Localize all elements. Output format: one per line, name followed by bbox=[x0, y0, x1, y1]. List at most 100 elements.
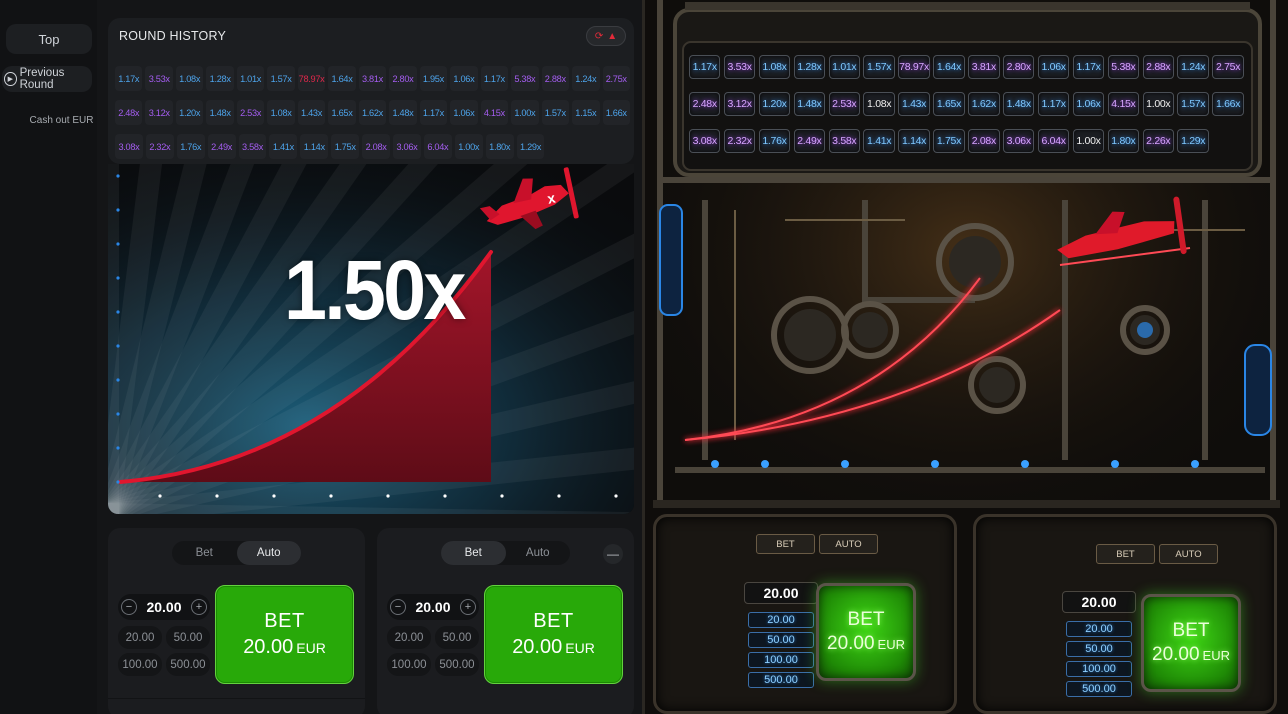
history-multiplier-chip[interactable]: 1.29x bbox=[516, 134, 545, 159]
steampunk-multiplier-chip[interactable]: 1.43x bbox=[898, 92, 930, 116]
quick-amount-button[interactable]: 20.00 bbox=[387, 626, 431, 649]
history-multiplier-chip[interactable]: 5.38x bbox=[511, 66, 539, 91]
history-multiplier-chip[interactable]: 2.49x bbox=[207, 134, 236, 159]
steampunk-multiplier-chip[interactable]: 1.80x bbox=[1107, 129, 1140, 153]
quick-amount-button[interactable]: 20.00 bbox=[1066, 621, 1132, 637]
history-toggle-button[interactable]: ⟳ ▲ bbox=[586, 26, 626, 46]
steampunk-multiplier-chip[interactable]: 1.48x bbox=[1003, 92, 1035, 116]
plus-icon[interactable]: + bbox=[190, 599, 207, 615]
history-multiplier-chip[interactable]: 1.43x bbox=[297, 100, 326, 125]
steampunk-multiplier-chip[interactable]: 3.53x bbox=[723, 55, 756, 79]
steampunk-multiplier-chip[interactable]: 2.26x bbox=[1142, 129, 1174, 153]
steampunk-multiplier-chip[interactable]: 2.88x bbox=[1142, 55, 1174, 79]
tab-auto[interactable]: Auto bbox=[506, 541, 571, 565]
history-multiplier-chip[interactable]: 1.57x bbox=[267, 66, 295, 91]
quick-amount-button[interactable]: 20.00 bbox=[118, 626, 162, 649]
steampunk-multiplier-chip[interactable]: 1.17x bbox=[689, 55, 721, 79]
steampunk-multiplier-chip[interactable]: 1.00x bbox=[1142, 92, 1174, 116]
history-multiplier-chip[interactable]: 2.53x bbox=[236, 100, 265, 125]
history-multiplier-chip[interactable]: 2.08x bbox=[362, 134, 391, 159]
history-multiplier-chip[interactable]: 1.06x bbox=[450, 100, 478, 125]
steampunk-multiplier-chip[interactable]: 1.75x bbox=[933, 129, 965, 153]
tab-auto[interactable]: Auto bbox=[236, 541, 301, 565]
history-multiplier-chip[interactable]: 1.65x bbox=[328, 100, 356, 125]
history-multiplier-chip[interactable]: 1.28x bbox=[206, 66, 234, 91]
quick-amount-button[interactable]: 500.00 bbox=[435, 653, 479, 676]
history-multiplier-chip[interactable]: 1.17x bbox=[480, 66, 509, 91]
quick-amount-button[interactable]: 500.00 bbox=[166, 653, 210, 676]
steampunk-multiplier-chip[interactable]: 2.32x bbox=[723, 129, 756, 153]
steampunk-multiplier-chip[interactable]: 1.17x bbox=[1072, 55, 1105, 79]
history-multiplier-chip[interactable]: 1.75x bbox=[331, 134, 360, 159]
steampunk-multiplier-chip[interactable]: 1.01x bbox=[828, 55, 860, 79]
steampunk-multiplier-chip[interactable]: 2.08x bbox=[968, 129, 1000, 153]
steampunk-multiplier-chip[interactable]: 3.58x bbox=[828, 129, 860, 153]
history-multiplier-chip[interactable]: 1.80x bbox=[485, 134, 514, 159]
steampunk-multiplier-chip[interactable]: 1.20x bbox=[758, 92, 791, 116]
steampunk-multiplier-chip[interactable]: 3.12x bbox=[723, 92, 756, 116]
quick-amount-button[interactable]: 50.00 bbox=[748, 632, 814, 648]
steampunk-multiplier-chip[interactable]: 3.08x bbox=[689, 129, 721, 153]
bet-amount-value[interactable]: 20.00 bbox=[744, 582, 818, 604]
quick-amount-button[interactable]: 20.00 bbox=[748, 612, 814, 628]
steampunk-multiplier-chip[interactable]: 1.76x bbox=[758, 129, 791, 153]
steampunk-multiplier-chip[interactable]: 3.06x bbox=[1003, 129, 1035, 153]
history-multiplier-chip[interactable]: 1.64x bbox=[328, 66, 356, 91]
history-multiplier-chip[interactable]: 1.08x bbox=[175, 66, 204, 91]
steampunk-multiplier-chip[interactable]: 1.64x bbox=[933, 55, 965, 79]
steampunk-multiplier-chip[interactable]: 1.08x bbox=[758, 55, 791, 79]
history-multiplier-chip[interactable]: 1.01x bbox=[236, 66, 265, 91]
bet-button[interactable]: BET 20.00 EUR bbox=[1141, 594, 1241, 692]
history-multiplier-chip[interactable]: 3.12x bbox=[145, 100, 173, 125]
quick-amount-button[interactable]: 100.00 bbox=[118, 653, 162, 676]
steampunk-multiplier-chip[interactable]: 1.00x bbox=[1072, 129, 1105, 153]
bet-button[interactable]: BET 20.00 EUR bbox=[215, 585, 354, 684]
quick-amount-button[interactable]: 50.00 bbox=[166, 626, 210, 649]
tab-bet[interactable]: Bet bbox=[172, 541, 237, 565]
bet-amount-value[interactable]: 20.00 bbox=[146, 599, 181, 615]
bet-amount-value[interactable]: 20.00 bbox=[415, 599, 450, 615]
tab-bet[interactable]: Bet bbox=[441, 541, 506, 565]
history-multiplier-chip[interactable]: 1.17x bbox=[115, 66, 143, 91]
tab-bet[interactable]: BET bbox=[756, 534, 815, 554]
history-multiplier-chip[interactable]: 1.95x bbox=[419, 66, 448, 91]
history-multiplier-chip[interactable]: 1.20x bbox=[175, 100, 204, 125]
steampunk-multiplier-chip[interactable]: 3.81x bbox=[968, 55, 1000, 79]
steampunk-multiplier-chip[interactable]: 2.53x bbox=[828, 92, 860, 116]
history-multiplier-chip[interactable]: 3.58x bbox=[238, 134, 267, 159]
minus-icon[interactable]: − bbox=[390, 599, 406, 615]
history-multiplier-chip[interactable]: 3.53x bbox=[145, 66, 173, 91]
steampunk-multiplier-chip[interactable]: 6.04x bbox=[1037, 129, 1070, 153]
history-multiplier-chip[interactable]: 1.48x bbox=[206, 100, 234, 125]
steampunk-multiplier-chip[interactable]: 1.57x bbox=[863, 55, 895, 79]
history-multiplier-chip[interactable]: 1.48x bbox=[389, 100, 417, 125]
steampunk-multiplier-chip[interactable]: 2.49x bbox=[793, 129, 826, 153]
history-multiplier-chip[interactable]: 1.06x bbox=[450, 66, 478, 91]
quick-amount-button[interactable]: 50.00 bbox=[435, 626, 479, 649]
history-multiplier-chip[interactable]: 1.08x bbox=[267, 100, 295, 125]
steampunk-multiplier-chip[interactable]: 1.57x bbox=[1177, 92, 1209, 116]
steampunk-multiplier-chip[interactable]: 1.41x bbox=[863, 129, 895, 153]
steampunk-multiplier-chip[interactable]: 2.80x bbox=[1003, 55, 1035, 79]
history-multiplier-chip[interactable]: 3.06x bbox=[393, 134, 421, 159]
tab-auto[interactable]: AUTO bbox=[819, 534, 878, 554]
history-multiplier-chip[interactable]: 1.00x bbox=[511, 100, 539, 125]
steampunk-multiplier-chip[interactable]: 2.75x bbox=[1212, 55, 1244, 79]
history-multiplier-chip[interactable]: 3.08x bbox=[115, 134, 143, 159]
bet-button[interactable]: BET 20.00 EUR bbox=[816, 583, 916, 681]
steampunk-multiplier-chip[interactable]: 1.17x bbox=[1037, 92, 1070, 116]
steampunk-multiplier-chip[interactable]: 1.48x bbox=[793, 92, 826, 116]
quick-amount-button[interactable]: 500.00 bbox=[748, 672, 814, 688]
quick-amount-button[interactable]: 100.00 bbox=[387, 653, 431, 676]
quick-amount-button[interactable]: 50.00 bbox=[1066, 641, 1132, 657]
history-multiplier-chip[interactable]: 1.57x bbox=[541, 100, 570, 125]
tab-auto[interactable]: AUTO bbox=[1159, 544, 1218, 564]
steampunk-multiplier-chip[interactable]: 1.65x bbox=[933, 92, 965, 116]
history-multiplier-chip[interactable]: 1.24x bbox=[572, 66, 600, 91]
minus-icon[interactable]: − bbox=[121, 599, 137, 615]
history-multiplier-chip[interactable]: 2.75x bbox=[602, 66, 630, 91]
steampunk-multiplier-chip[interactable]: 1.06x bbox=[1037, 55, 1070, 79]
history-multiplier-chip[interactable]: 2.88x bbox=[541, 66, 570, 91]
plus-icon[interactable]: + bbox=[459, 599, 476, 615]
steampunk-multiplier-chip[interactable]: 4.15x bbox=[1107, 92, 1140, 116]
